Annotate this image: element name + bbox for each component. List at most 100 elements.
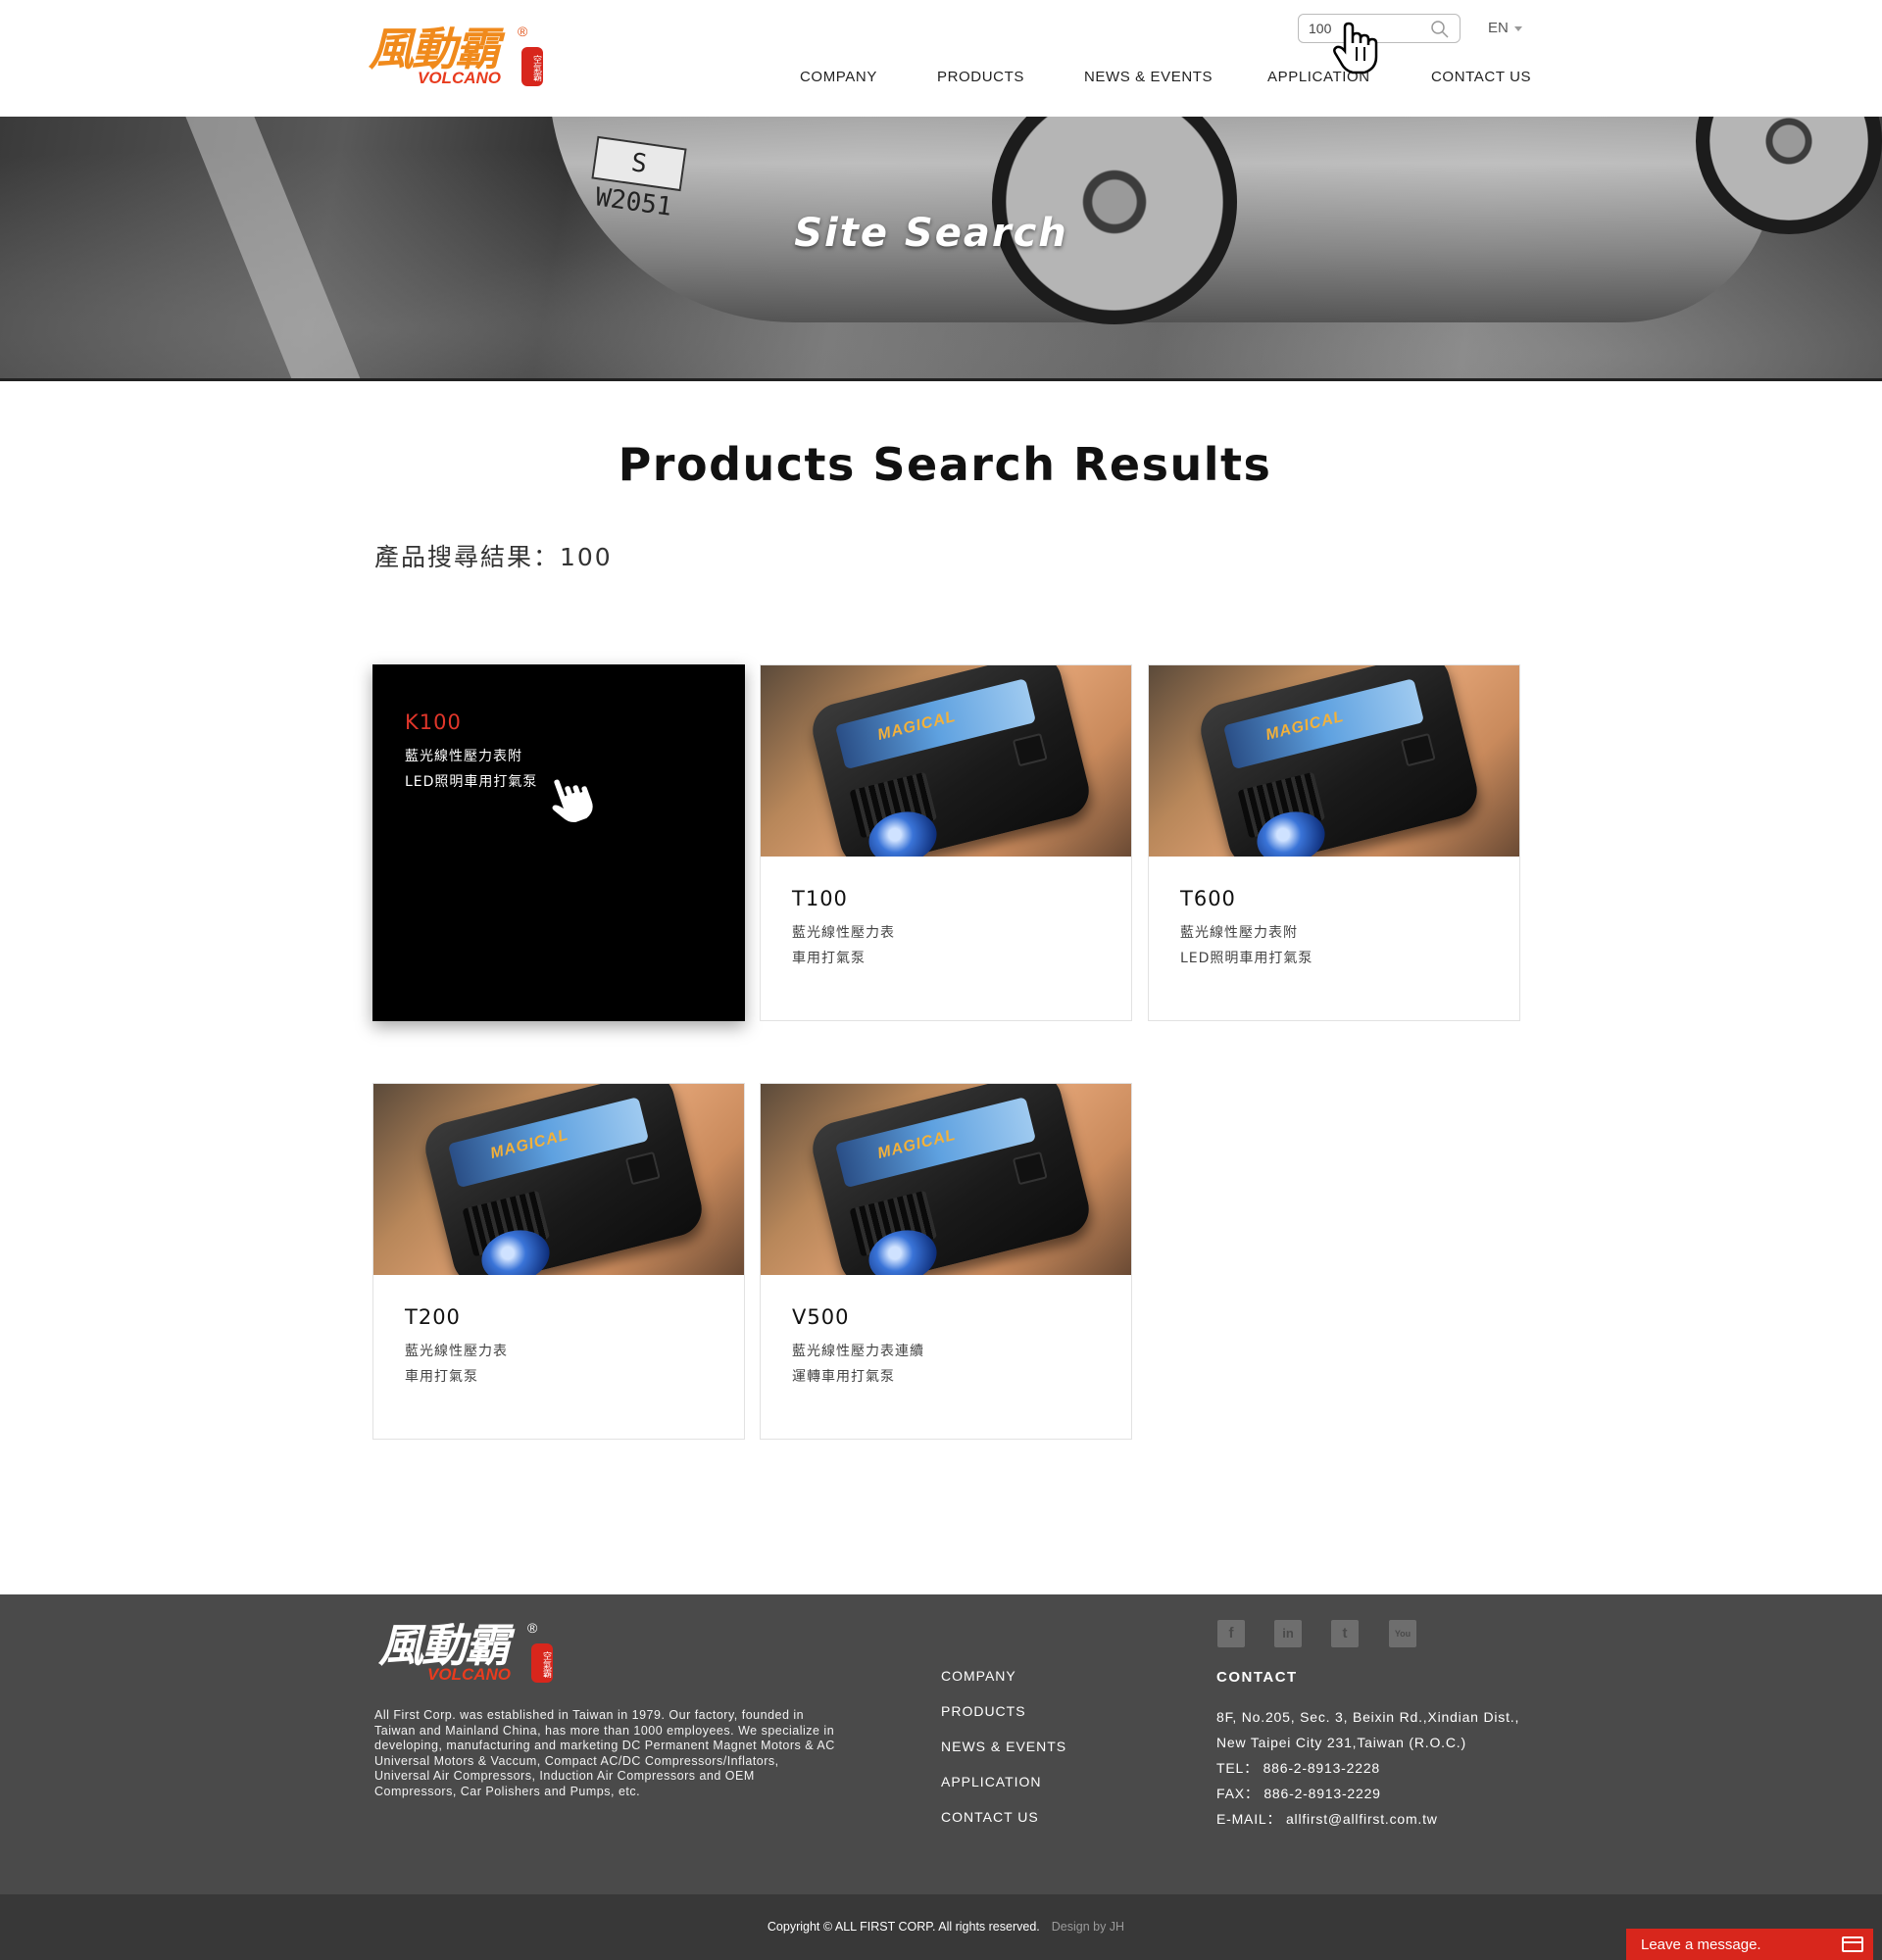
pump-switch	[624, 1151, 661, 1186]
design-credit[interactable]: Design by JH	[1052, 1920, 1124, 1934]
footer-nav: COMPANY PRODUCTS NEWS & EVENTS APPLICATI…	[941, 1667, 1066, 1843]
product-card-body: K100 藍光線性壓力表附 LED照明車用打氣泵	[405, 710, 537, 795]
logo-chinese-text: 風動霸	[369, 23, 500, 75]
copyright-notice: Copyright © ALL FIRST CORP. All rights r…	[767, 1920, 1040, 1934]
pump-label-text: MAGICAL	[1263, 708, 1346, 744]
pump-label-text: MAGICAL	[488, 1126, 570, 1162]
registered-mark: ®	[518, 24, 528, 39]
product-card-body: V500 藍光線性壓力表連續 運轉車用打氣泵	[792, 1305, 924, 1390]
pump-switch	[1400, 732, 1436, 767]
product-model: T200	[405, 1305, 461, 1329]
product-description: 藍光線性壓力表 車用打氣泵	[792, 920, 895, 971]
pump-label: MAGICAL	[834, 1097, 1037, 1189]
pump-label: MAGICAL	[834, 678, 1037, 770]
product-card-t100[interactable]: MAGICAL T100 藍光線性壓力表 車用打氣泵	[760, 664, 1132, 1021]
logo-seal: 空氣霸	[531, 1643, 553, 1683]
language-selector[interactable]: EN	[1488, 20, 1522, 36]
pump-body: MAGICAL	[807, 1084, 1095, 1275]
youtube-icon[interactable]: You	[1389, 1620, 1416, 1647]
hand-cursor-icon	[1333, 22, 1378, 74]
search-icon[interactable]	[1430, 20, 1450, 39]
search-result-summary: 產品搜尋結果：100	[374, 543, 613, 571]
hero-title: Site Search	[794, 211, 1068, 256]
chat-window-icon[interactable]	[1842, 1936, 1863, 1952]
language-label: EN	[1488, 20, 1509, 36]
footer-nav-company[interactable]: COMPANY	[941, 1667, 1066, 1702]
pump-switch	[1012, 1151, 1048, 1186]
linkedin-icon[interactable]: in	[1274, 1620, 1302, 1647]
product-card-t200[interactable]: MAGICAL T200 藍光線性壓力表 車用打氣泵	[372, 1083, 745, 1440]
product-description: 藍光線性壓力表附 LED照明車用打氣泵	[1180, 920, 1312, 971]
product-image: MAGICAL	[373, 1084, 744, 1275]
product-desc-line: 藍光線性壓力表附	[1180, 925, 1298, 941]
twitter-icon[interactable]: t	[1331, 1620, 1359, 1647]
nav-news-events[interactable]: NEWS & EVENTS	[1084, 69, 1213, 85]
contact-details: 8F, No.205, Sec. 3, Beixin Rd.,Xindian D…	[1216, 1704, 1519, 1832]
footer-nav-news-events[interactable]: NEWS & EVENTS	[941, 1738, 1066, 1773]
product-image: MAGICAL	[761, 665, 1131, 857]
pump-label: MAGICAL	[447, 1097, 650, 1189]
nav-products[interactable]: PRODUCTS	[937, 69, 1024, 85]
copyright-text: Copyright © ALL FIRST CORP. All rights r…	[0, 1920, 1882, 1934]
product-desc-line: LED照明車用打氣泵	[405, 774, 538, 790]
footer-nav-products[interactable]: PRODUCTS	[941, 1702, 1066, 1738]
registered-mark: ®	[527, 1620, 538, 1636]
site-header: 風動霸 ® VOLCANO 空氣霸 EN COMPANY PRODUCTS NE…	[0, 0, 1882, 117]
product-desc-line: 車用打氣泵	[792, 951, 866, 966]
product-desc-line: 藍光線性壓力表	[792, 925, 895, 941]
leave-message-widget[interactable]: Leave a message.	[1626, 1929, 1873, 1960]
address-line-2: New Taipei City 231,Taiwan (R.O.C.)	[1216, 1735, 1466, 1750]
nav-contact-us[interactable]: CONTACT US	[1431, 69, 1531, 85]
facebook-icon[interactable]: f	[1217, 1620, 1245, 1647]
product-model: T100	[792, 887, 848, 910]
product-model: V500	[792, 1305, 850, 1329]
contact-heading: CONTACT	[1216, 1669, 1298, 1686]
address-line-1: 8F, No.205, Sec. 3, Beixin Rd.,Xindian D…	[1216, 1709, 1520, 1725]
product-desc-line: 藍光線性壓力表連續	[792, 1344, 924, 1359]
pump-switch	[1012, 732, 1048, 767]
leave-message-label: Leave a message.	[1641, 1936, 1761, 1953]
site-footer: 風動霸 ® VOLCANO 空氣霸 All First Corp. was es…	[0, 1594, 1882, 1894]
product-description: 藍光線性壓力表 車用打氣泵	[405, 1339, 508, 1390]
main-nav: COMPANY PRODUCTS NEWS & EVENTS APPLICATI…	[0, 69, 1882, 90]
footer-logo[interactable]: 風動霸 ® VOLCANO 空氣霸	[378, 1620, 565, 1689]
product-desc-line: 運轉車用打氣泵	[792, 1369, 895, 1385]
hero-bottom-border	[0, 378, 1882, 381]
chevron-down-icon	[1513, 25, 1522, 31]
hand-cursor-icon	[550, 776, 593, 825]
product-card-body: T200 藍光線性壓力表 車用打氣泵	[405, 1305, 508, 1390]
hero-banner: S W2051 Site Search	[0, 117, 1882, 381]
pump-label-text: MAGICAL	[875, 708, 958, 744]
product-card-body: T600 藍光線性壓力表附 LED照明車用打氣泵	[1180, 887, 1312, 971]
company-description: All First Corp. was established in Taiwa…	[374, 1708, 835, 1798]
product-desc-line: 車用打氣泵	[405, 1369, 478, 1385]
telephone: TEL： 886-2-8913-2228	[1216, 1760, 1380, 1776]
nav-company[interactable]: COMPANY	[800, 69, 877, 85]
site-search	[1298, 14, 1461, 43]
copyright-bar: Copyright © ALL FIRST CORP. All rights r…	[0, 1894, 1882, 1960]
product-desc-line: 藍光線性壓力表	[405, 1344, 508, 1359]
product-card-v500[interactable]: MAGICAL V500 藍光線性壓力表連續 運轉車用打氣泵	[760, 1083, 1132, 1440]
logo-english-text: VOLCANO	[427, 1665, 511, 1684]
product-card-t600[interactable]: MAGICAL T600 藍光線性壓力表附 LED照明車用打氣泵	[1148, 664, 1520, 1021]
pump-body: MAGICAL	[807, 665, 1095, 857]
pump-body: MAGICAL	[1195, 665, 1483, 857]
product-description: 藍光線性壓力表附 LED照明車用打氣泵	[405, 744, 537, 795]
product-model: T600	[1180, 887, 1236, 910]
product-card-k100[interactable]: K100 藍光線性壓力表附 LED照明車用打氣泵	[372, 664, 745, 1021]
fax: FAX： 886-2-8913-2229	[1216, 1786, 1381, 1801]
product-desc-line: 藍光線性壓力表附	[405, 749, 522, 764]
footer-nav-application[interactable]: APPLICATION	[941, 1773, 1066, 1808]
logo-chinese-text: 風動霸	[378, 1619, 510, 1672]
product-image: MAGICAL	[761, 1084, 1131, 1275]
footer-nav-contact-us[interactable]: CONTACT US	[941, 1808, 1066, 1843]
pump-label-text: MAGICAL	[875, 1126, 958, 1162]
product-model: K100	[405, 710, 462, 734]
product-desc-line: LED照明車用打氣泵	[1180, 951, 1313, 966]
page-title: Products Search Results	[618, 438, 1272, 491]
pump-label: MAGICAL	[1222, 678, 1425, 770]
email[interactable]: E-MAIL： allfirst@allfirst.com.tw	[1216, 1806, 1519, 1832]
pump-body: MAGICAL	[420, 1084, 708, 1275]
product-card-body: T100 藍光線性壓力表 車用打氣泵	[792, 887, 895, 971]
product-description: 藍光線性壓力表連續 運轉車用打氣泵	[792, 1339, 924, 1390]
